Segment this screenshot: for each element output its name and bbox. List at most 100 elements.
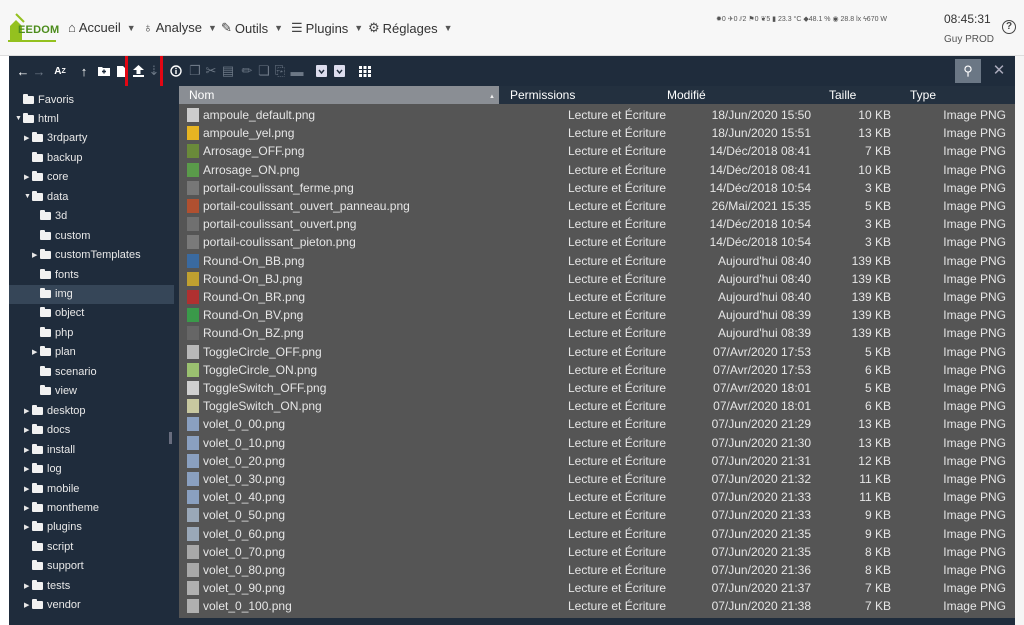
table-row[interactable]: Round-On_BV.png Lecture et Écriture Aujour… (179, 306, 1015, 324)
tree-node-install[interactable]: ▶ install (24, 440, 75, 459)
caret-down-icon[interactable]: ▼ (24, 193, 32, 200)
search-icon[interactable]: ⚲ (955, 59, 981, 83)
tree-node-fonts[interactable]: fonts (32, 265, 79, 284)
cut-icon[interactable]: ✂ (203, 56, 219, 86)
tree-node-img[interactable]: img (9, 284, 174, 304)
table-row[interactable]: Round-On_BJ.png Lecture et Écriture Aujour… (179, 270, 1015, 288)
arrow-right-icon[interactable]: → (31, 56, 47, 86)
tree-node-3d[interactable]: 3d (32, 207, 67, 226)
caret-right-icon[interactable]: ▶ (32, 348, 40, 356)
caret-right-icon[interactable]: ▶ (24, 446, 32, 454)
table-row[interactable]: volet_0_90.png Lecture et Écriture 07/Jun/… (179, 579, 1015, 597)
table-row[interactable]: volet_0_60.png Lecture et Écriture 07/Jun/… (179, 525, 1015, 543)
tree-node-plugins[interactable]: ▶ plugins (24, 518, 82, 537)
tree-node-plan[interactable]: ▶ plan (32, 343, 76, 362)
table-row[interactable]: volet_0_80.png Lecture et Écriture 07/Jun/… (179, 561, 1015, 579)
tree-node-support[interactable]: support (24, 557, 84, 576)
duplicate-icon[interactable]: ❏ (257, 56, 271, 86)
table-row[interactable]: Round-On_BB.png Lecture et Écriture Aujour… (179, 252, 1015, 270)
sort-az-icon[interactable]: AZ (47, 56, 73, 86)
table-row[interactable]: volet_0_50.png Lecture et Écriture 07/Jun/… (179, 506, 1015, 524)
table-row[interactable]: ToggleSwitch_ON.png Lecture et Écriture 07… (179, 397, 1015, 415)
nav-analyse[interactable]: ♁ Analyse ▼ (143, 20, 217, 35)
caret-right-icon[interactable]: ▶ (24, 426, 32, 434)
table-row[interactable]: volet_0_70.png Lecture et Écriture 07/Jun/… (179, 543, 1015, 561)
caret-right-icon[interactable]: ▶ (24, 173, 32, 181)
tree-node-favoris[interactable]: Favoris (15, 90, 74, 109)
table-row[interactable]: ToggleCircle_ON.png Lecture et Écriture 07… (179, 361, 1015, 379)
tree-node-core[interactable]: ▶ core (24, 168, 68, 187)
tree-scroll-handle[interactable] (169, 432, 172, 444)
caret-right-icon[interactable]: ▶ (24, 465, 32, 473)
upload-icon[interactable] (129, 56, 147, 86)
column-header-modified[interactable]: Modifié (667, 88, 706, 102)
column-header-permissions[interactable]: Permissions (510, 88, 575, 102)
user-name[interactable]: Guy PROD (944, 34, 994, 45)
tree-node-html[interactable]: ▼ html (15, 109, 59, 128)
tree-node-tests[interactable]: ▶ tests (24, 576, 70, 595)
arrow-left-icon[interactable]: ← (15, 56, 31, 86)
grid-view-icon[interactable] (353, 56, 377, 86)
table-row[interactable]: volet_0_10.png Lecture et Écriture 07/Jun/… (179, 434, 1015, 452)
table-row[interactable]: volet_0_30.png Lecture et Écriture 07/Jun/… (179, 470, 1015, 488)
column-header-size[interactable]: Taille (829, 88, 856, 102)
help-icon[interactable]: ? (1002, 20, 1016, 34)
caret-right-icon[interactable]: ▶ (24, 582, 32, 590)
nav-outils[interactable]: ✎ Outils ▼ (221, 20, 283, 36)
tree-node-view[interactable]: view (32, 382, 77, 401)
table-row[interactable]: portail-coulissant_ferme.png Lecture et É… (179, 179, 1015, 197)
table-row[interactable]: Round-On_BZ.png Lecture et Écriture Aujour… (179, 324, 1015, 342)
table-row[interactable]: volet_0_00.png Lecture et Écriture 07/Jun/… (179, 415, 1015, 433)
nav-plugins[interactable]: ☰ Plugins ▼ (291, 20, 363, 36)
tree-node-data[interactable]: ▼ data (24, 187, 68, 206)
copy-icon[interactable]: ❐ (187, 56, 203, 86)
table-row[interactable]: Arrosage_OFF.png Lecture et Écriture 14/Dé… (179, 142, 1015, 160)
table-row[interactable]: portail-coulissant_pieton.png Lecture et … (179, 233, 1015, 251)
tree-node-3rdparty[interactable]: ▶ 3rdparty (24, 129, 87, 148)
extract-icon[interactable]: ⎘ (271, 56, 289, 86)
tree-node-desktop[interactable]: ▶ desktop (24, 401, 86, 420)
trash-icon[interactable]: ▬ (289, 56, 305, 86)
close-icon[interactable]: ✕ (989, 58, 1009, 84)
caret-right-icon[interactable]: ▶ (24, 523, 32, 531)
caret-right-icon[interactable]: ▶ (24, 134, 32, 142)
table-row[interactable]: portail-coulissant_ouvert_panneau.png Lec… (179, 197, 1015, 215)
table-row[interactable]: ToggleCircle_OFF.png Lecture et Écriture 0… (179, 343, 1015, 361)
arrow-up-icon[interactable]: ↑ (73, 56, 95, 86)
tree-node-customtemplates[interactable]: ▶ customTemplates (32, 246, 141, 265)
caret-down-icon[interactable]: ▼ (15, 115, 23, 122)
rename-icon[interactable]: ✏ (237, 56, 257, 86)
table-row[interactable]: portail-coulissant_ouvert.png Lecture et … (179, 215, 1015, 233)
table-row[interactable]: Round-On_BR.png Lecture et Écriture Aujour… (179, 288, 1015, 306)
new-file-icon[interactable] (113, 56, 129, 86)
tree-node-php[interactable]: php (32, 323, 73, 342)
caret-right-icon[interactable]: ▶ (24, 504, 32, 512)
tree-node-montheme[interactable]: ▶ montheme (24, 498, 99, 517)
unarchive-icon[interactable] (331, 56, 347, 86)
tree-node-vendor[interactable]: ▶ vendor (24, 596, 81, 615)
table-row[interactable]: volet_0_100.png Lecture et Écriture 07/Jun… (179, 597, 1015, 615)
nav-accueil[interactable]: ⌂ Accueil ▼ (68, 20, 136, 35)
tree-node-docs[interactable]: ▶ docs (24, 421, 70, 440)
table-row[interactable]: volet_0_20.png Lecture et Écriture 07/Jun/… (179, 452, 1015, 470)
paste-icon[interactable]: ▤ (219, 56, 237, 86)
nav-reglages[interactable]: ⚙ Réglages ▼ (368, 20, 453, 36)
caret-right-icon[interactable]: ▶ (24, 407, 32, 415)
table-row[interactable]: volet_0_40.png Lecture et Écriture 07/Jun/… (179, 488, 1015, 506)
tree-node-object[interactable]: object (32, 304, 84, 323)
column-header-type[interactable]: Type (910, 88, 936, 102)
caret-right-icon[interactable]: ▶ (24, 601, 32, 609)
tree-node-log[interactable]: ▶ log (24, 460, 62, 479)
table-row[interactable]: Arrosage_ON.png Lecture et Écriture 14/Déc… (179, 161, 1015, 179)
tree-node-script[interactable]: script (24, 537, 73, 556)
tree-node-scenario[interactable]: scenario (32, 362, 97, 381)
tree-node-backup[interactable]: backup (24, 148, 82, 167)
tree-node-mobile[interactable]: ▶ mobile (24, 479, 79, 498)
tree-node-custom[interactable]: custom (32, 226, 90, 245)
table-row[interactable]: ampoule_yel.png Lecture et Écriture 18/Jun… (179, 124, 1015, 142)
status-indicators[interactable]: ✹0 ✈0 ⫽2 ⚑0 ❦5 ▮ 23.3 °C ◆48.1 % ◉ 28.8 … (716, 15, 887, 24)
table-row[interactable]: ampoule_default.png Lecture et Écriture 18… (179, 106, 1015, 124)
caret-right-icon[interactable]: ▶ (32, 251, 40, 259)
new-folder-icon[interactable] (95, 56, 113, 86)
column-header-name[interactable]: Nom ▲ (179, 86, 499, 104)
